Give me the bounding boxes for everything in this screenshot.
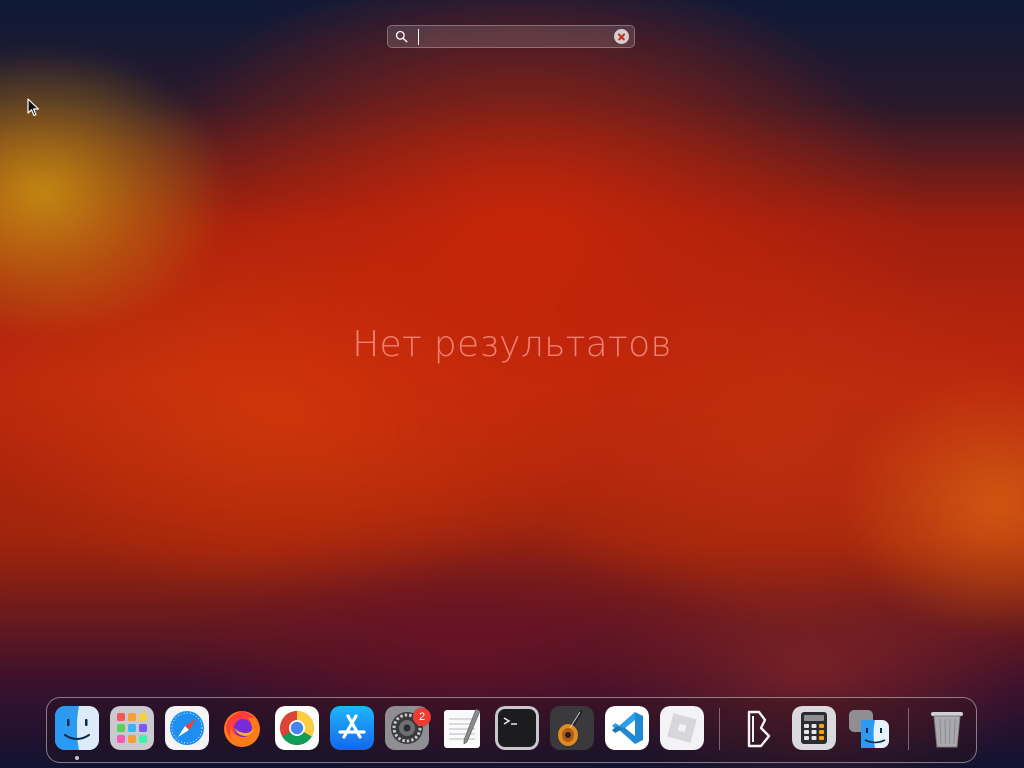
dock-item-textedit[interactable]: [440, 706, 484, 750]
dock-item-safari[interactable]: [165, 706, 209, 750]
text-caret: [418, 29, 419, 45]
chrome-icon: [275, 706, 319, 750]
roblox-icon: [660, 706, 704, 750]
dock-item-vscode[interactable]: [605, 706, 649, 750]
terminal-icon: [495, 706, 539, 750]
dock-separator: [908, 708, 909, 750]
dock-item-firefox[interactable]: [220, 706, 264, 750]
app-store-icon: [330, 706, 374, 750]
dock-item-roblox[interactable]: [660, 706, 704, 750]
trash-icon: [931, 712, 963, 748]
firefox-icon: [224, 711, 260, 747]
notification-badge: 2: [413, 708, 431, 726]
mouse-pointer-icon: [27, 98, 39, 117]
launchpad-icon: [110, 706, 154, 750]
dock-separator: [719, 708, 720, 750]
dock-item-launchpad[interactable]: [110, 706, 154, 750]
search-field[interactable]: [387, 25, 635, 48]
dock-item-chrome[interactable]: [275, 706, 319, 750]
vscode-icon: [605, 706, 649, 750]
migration-assistant-icon: [849, 710, 889, 748]
textedit-icon: [444, 708, 481, 748]
dock-item-trash[interactable]: [925, 706, 969, 750]
running-indicator: [75, 756, 79, 760]
garageband-icon: [550, 706, 594, 750]
dock-item-bitwig[interactable]: [737, 706, 781, 750]
calculator-icon: [792, 706, 836, 750]
dock-item-calculator[interactable]: [792, 706, 836, 750]
dock-item-migration-assistant[interactable]: [847, 706, 891, 750]
finder-icon: [55, 706, 99, 750]
dock-item-garageband[interactable]: [550, 706, 594, 750]
search-icon: [395, 30, 408, 43]
no-results-message: Нет результатов: [352, 324, 672, 365]
search-input[interactable]: [422, 26, 602, 47]
bitwig-icon: [747, 710, 771, 748]
dock-item-app-store[interactable]: [330, 706, 374, 750]
dock-item-system-preferences[interactable]: 2: [385, 706, 431, 750]
dock-item-finder[interactable]: [55, 706, 99, 750]
dock: 2: [46, 697, 977, 763]
safari-icon: [165, 706, 209, 750]
dock-item-terminal[interactable]: [495, 706, 539, 750]
clear-search-icon[interactable]: [614, 29, 629, 44]
wallpaper-overlay: [0, 0, 1024, 768]
